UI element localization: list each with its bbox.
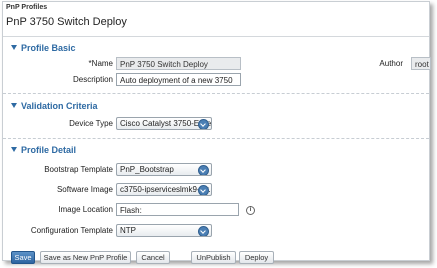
image-location-label: Image Location (58, 205, 113, 214)
description-label: Description (72, 75, 113, 84)
breadcrumb[interactable]: PnP Profiles (6, 4, 47, 11)
bootstrap-template-value: PnP_Bootstrap (120, 165, 174, 174)
section-profile-detail[interactable]: Profile Detail (11, 145, 76, 155)
collapse-triangle-icon (11, 103, 17, 108)
save-button[interactable]: Save (11, 251, 35, 264)
info-icon[interactable]: i (246, 206, 255, 215)
collapse-triangle-icon (11, 45, 17, 50)
section-validation-criteria[interactable]: Validation Criteria (11, 101, 98, 111)
save-as-new-profile-button[interactable]: Save as New PnP Profile (40, 251, 131, 264)
author-field[interactable]: root (411, 57, 431, 70)
section-divider (3, 138, 429, 139)
section-divider (3, 93, 429, 94)
chevron-down-icon (198, 226, 209, 236)
bootstrap-template-select[interactable]: PnP_Bootstrap (116, 163, 212, 176)
configuration-template-value: NTP (120, 226, 136, 235)
chevron-down-icon (198, 119, 209, 129)
unpublish-button[interactable]: UnPublish (191, 251, 236, 264)
deploy-button[interactable]: Deploy (239, 251, 274, 264)
configuration-template-label: Configuration Template (30, 226, 113, 235)
title-divider (3, 36, 429, 37)
section-profile-basic[interactable]: Profile Basic (11, 43, 76, 53)
description-field[interactable]: Auto deployment of a new 3750 (116, 73, 241, 86)
software-image-label: Software Image (56, 185, 113, 194)
name-label: *Name (88, 59, 113, 68)
pnp-profile-panel: PnP Profiles PnP 3750 Switch Deploy Prof… (2, 1, 431, 264)
chevron-down-icon (198, 165, 209, 175)
cancel-button[interactable]: Cancel (136, 251, 170, 264)
section-validation-label: Validation Criteria (21, 101, 98, 111)
configuration-template-select[interactable]: NTP (116, 224, 212, 237)
name-field[interactable]: PnP 3750 Switch Deploy (116, 57, 241, 70)
section-profile-basic-label: Profile Basic (21, 43, 76, 53)
software-image-select[interactable]: c3750-ipserviceslmk9-tar.... (116, 183, 212, 196)
collapse-triangle-icon (11, 147, 17, 152)
device-type-label: Device Type (69, 119, 113, 128)
device-type-select[interactable]: Cisco Catalyst 3750-E Seri... (116, 117, 212, 130)
image-location-field[interactable]: Flash: (116, 203, 239, 216)
section-profile-detail-label: Profile Detail (21, 145, 77, 155)
page-title: PnP 3750 Switch Deploy (6, 16, 127, 28)
author-label: Author (379, 59, 403, 68)
bootstrap-template-label: Bootstrap Template (44, 165, 113, 174)
chevron-down-icon (198, 185, 209, 195)
